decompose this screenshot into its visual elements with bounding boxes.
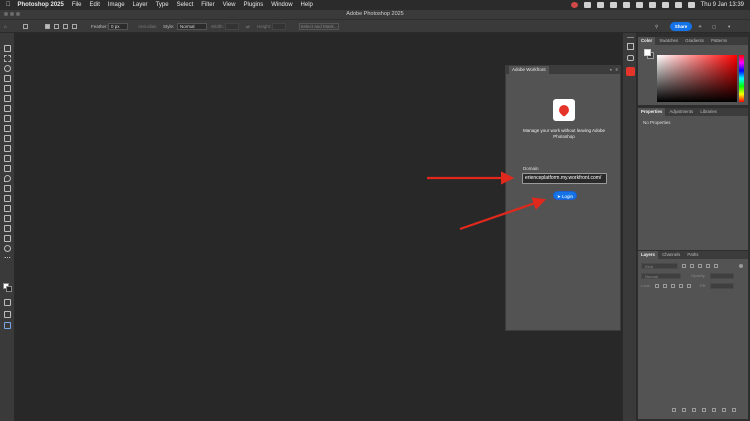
fill-input[interactable] [710, 283, 734, 289]
tab-paths[interactable]: Paths [684, 251, 701, 259]
layers-panel: Layers Channels Paths Kind Normal Opacit… [638, 251, 748, 419]
properties-panel: Properties Adjustments Libraries No Prop… [638, 108, 748, 250]
tab-swatches[interactable]: Swatches [656, 37, 681, 45]
link-layers-icon[interactable] [672, 408, 676, 412]
layers-panel-tabs: Layers Channels Paths [638, 251, 748, 259]
properties-panel-tabs: Properties Adjustments Libraries [638, 108, 748, 116]
tab-channels[interactable]: Channels [659, 251, 683, 259]
filter-pixel-icon[interactable] [682, 264, 686, 268]
tab-libraries[interactable]: Libraries [697, 108, 719, 116]
blend-mode-value: Normal [645, 274, 658, 279]
blend-mode-select[interactable]: Normal [641, 273, 681, 279]
tab-adjustments[interactable]: Adjustments [666, 108, 696, 116]
color-fg-swatch[interactable] [644, 49, 651, 56]
arrow-to-login-button [459, 197, 547, 231]
color-picker-field[interactable] [657, 55, 737, 102]
filter-type-icon[interactable] [698, 264, 702, 268]
delete-layer-icon[interactable] [732, 408, 736, 412]
lock-label: Lock: [641, 283, 651, 288]
fill-label: Fill: [700, 283, 707, 288]
filter-smart-object-icon[interactable] [714, 264, 718, 268]
filter-shape-icon[interactable] [706, 264, 710, 268]
lock-all-icon[interactable] [687, 284, 691, 288]
new-group-icon[interactable] [712, 408, 716, 412]
filter-adjustment-icon[interactable] [690, 264, 694, 268]
layer-mask-icon[interactable] [692, 408, 696, 412]
tab-patterns[interactable]: Patterns [708, 37, 730, 45]
opacity-input[interactable] [710, 273, 734, 279]
tab-gradients[interactable]: Gradients [682, 37, 707, 45]
lock-artboard-icon[interactable] [679, 284, 683, 288]
color-panel-tabs: Color Swatches Gradients Patterns [638, 37, 748, 45]
layer-kind-label: Kind [645, 264, 654, 269]
tab-color[interactable]: Color [638, 37, 656, 45]
tab-layers[interactable]: Layers [638, 251, 658, 259]
layer-kind-filter[interactable]: Kind [641, 263, 678, 269]
adjustment-layer-icon[interactable] [702, 408, 706, 412]
lock-pixels-icon[interactable] [655, 284, 659, 288]
color-panel: Color Swatches Gradients Patterns [638, 37, 748, 105]
no-properties-text: No Properties [643, 120, 671, 125]
opacity-label: Opacity: [691, 273, 706, 278]
layer-style-icon[interactable] [682, 408, 686, 412]
hue-slider[interactable] [739, 55, 744, 102]
tab-properties[interactable]: Properties [638, 108, 666, 116]
filter-toggle-icon[interactable] [739, 264, 743, 268]
new-layer-icon[interactable] [722, 408, 726, 412]
right-panel-dock: Color Swatches Gradients Patterns Proper… [637, 33, 750, 421]
lock-position-icon[interactable] [671, 284, 675, 288]
lock-image-icon[interactable] [663, 284, 667, 288]
